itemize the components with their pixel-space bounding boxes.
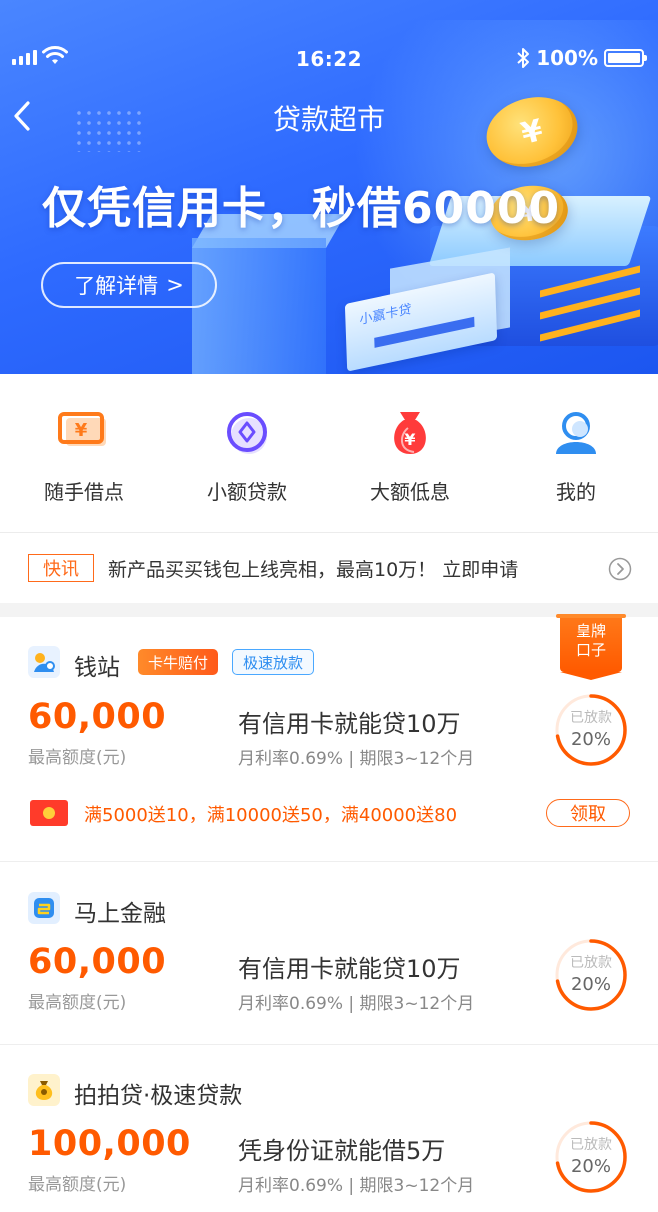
- svg-text:¥: ¥: [404, 430, 415, 449]
- max-amount: 100,000: [28, 1124, 191, 1164]
- max-amount: 60,000: [28, 942, 167, 982]
- promo-text: 满5000送10，满10000送50，满40000送80: [84, 805, 458, 826]
- max-amount-label: 最高额度(元): [28, 993, 127, 1013]
- loan-terms: 月利率0.69% | 期限3~12个月: [238, 994, 475, 1014]
- progress-ring-text: 已放款 20%: [553, 952, 629, 995]
- badge-line: 口子: [575, 641, 606, 659]
- quick-menu: ¥ 随手借点 小额贷款 ¥ 大额低息 我的: [0, 374, 658, 532]
- menu-item-label: 随手借点: [44, 480, 124, 504]
- lender-name: 拍拍贷·极速贷款: [74, 1083, 243, 1109]
- progress-label: 已放款: [570, 1137, 612, 1153]
- max-amount-label: 最高额度(元): [28, 748, 127, 768]
- loan-tag: 卡牛赔付: [138, 649, 219, 675]
- menu-item-mine[interactable]: 我的: [494, 408, 658, 505]
- progress-value: 20%: [570, 729, 611, 750]
- chevron-right-icon: >: [166, 273, 184, 297]
- progress-label: 已放款: [570, 710, 612, 726]
- loan-headline: 有信用卡就能贷10万: [238, 710, 461, 738]
- loan-headline: 有信用卡就能贷10万: [238, 955, 461, 983]
- bluetooth-icon: [517, 48, 530, 68]
- progress-label: 已放款: [570, 955, 612, 971]
- progress-ring-text: 已放款 20%: [553, 707, 629, 750]
- qianzhan-logo-icon: [28, 646, 60, 678]
- loan-terms: 月利率0.69% | 期限3~12个月: [238, 1176, 475, 1196]
- svg-text:¥: ¥: [75, 420, 88, 441]
- learn-more-label: 了解详情: [74, 274, 159, 298]
- menu-item-small-loan[interactable]: 小额贷款: [165, 408, 329, 505]
- bill-icon: ¥: [58, 412, 106, 446]
- red-envelope-icon: [30, 800, 68, 826]
- lender-name: 钱站: [74, 655, 120, 681]
- paipaidai-logo-icon: [28, 1074, 60, 1106]
- lender-name: 马上金融: [74, 901, 166, 927]
- learn-more-button[interactable]: 了解详情 >: [41, 262, 217, 308]
- user-icon: [556, 412, 596, 454]
- chevron-right-circle-icon[interactable]: [608, 557, 632, 581]
- menu-item-label: 我的: [556, 480, 596, 504]
- premium-badge: 皇牌 口子: [556, 614, 626, 680]
- progress-value: 20%: [570, 1156, 611, 1177]
- menu-item-quick-borrow[interactable]: ¥ 随手借点: [2, 408, 166, 505]
- menu-item-large-loan[interactable]: ¥ 大额低息: [328, 408, 492, 505]
- mashang-logo-icon: [28, 892, 60, 924]
- dot-pattern-decoration: [74, 108, 144, 152]
- badge-line: 皇牌: [575, 622, 606, 640]
- loan-terms: 月利率0.69% | 期限3~12个月: [238, 749, 475, 769]
- max-amount-label: 最高额度(元): [28, 1175, 127, 1195]
- coin-circle-icon: [227, 412, 267, 454]
- pillar-decoration: [192, 238, 326, 374]
- claim-button[interactable]: 领取: [546, 799, 630, 827]
- battery-icon: [604, 49, 647, 67]
- loan-tag: 极速放款: [232, 649, 315, 675]
- menu-item-label: 小额贷款: [207, 480, 287, 504]
- status-right: 100%: [516, 46, 647, 70]
- progress-ring-text: 已放款 20%: [553, 1134, 629, 1177]
- max-amount: 60,000: [28, 697, 167, 737]
- news-ticker[interactable]: 快讯 新产品买买钱包上线亮相，最高10万！ 立即申请: [0, 533, 658, 603]
- progress-value: 20%: [570, 974, 611, 995]
- money-bag-icon: ¥: [394, 412, 426, 454]
- menu-item-label: 大额低息: [370, 480, 450, 504]
- card-label: 小赢卡贷: [359, 302, 412, 328]
- banner-headline: 仅凭信用卡，秒借60000: [42, 183, 561, 234]
- battery-percent: 100%: [536, 46, 598, 70]
- loan-headline: 凭身份证就能借5万: [238, 1137, 446, 1165]
- hero-banner[interactable]: 16:22 100% 贷款超市 小赢卡贷 ¥ ¥ 仅凭信用卡，秒借60000 了…: [0, 0, 658, 374]
- news-text[interactable]: 新产品买买钱包上线亮相，最高10万！ 立即申请: [108, 555, 518, 582]
- news-tag: 快讯: [28, 554, 94, 582]
